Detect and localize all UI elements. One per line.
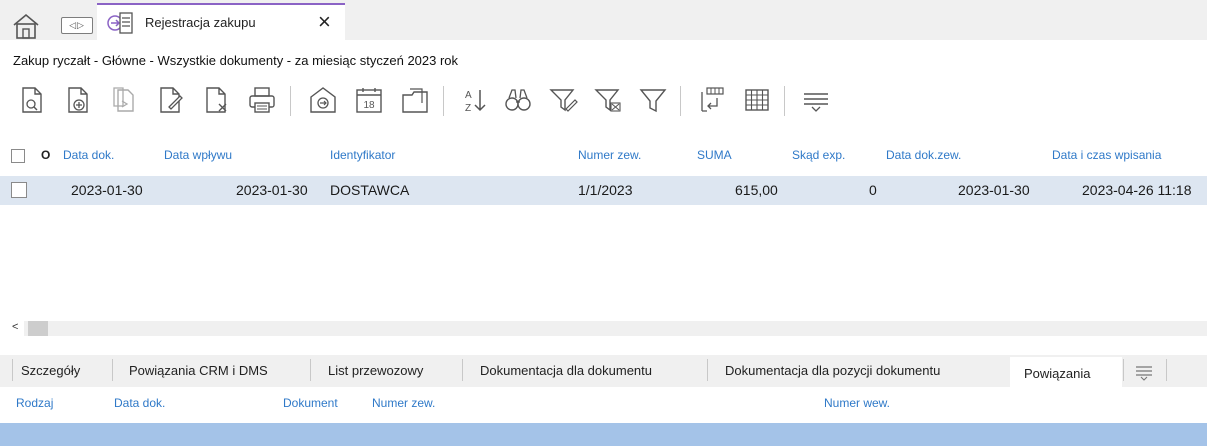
column-numer-zew[interactable]: Numer zew.: [578, 148, 641, 162]
toolbar-separator: [680, 86, 681, 116]
detail-grid-header: Rodzaj Data dok. Dokument Numer zew. Num…: [0, 396, 1207, 414]
cell-data-wplywu: 2023-01-30: [236, 182, 308, 198]
tab-rejestracja-zakupu[interactable]: Rejestracja zakupu ×: [97, 3, 345, 40]
toolbar-separator: [290, 86, 291, 116]
binoculars-search-icon[interactable]: [500, 80, 536, 120]
column-detail-data-dok[interactable]: Data dok.: [114, 396, 165, 410]
cell-suma: 615,00: [735, 182, 778, 198]
scrollbar-thumb[interactable]: [28, 321, 48, 336]
edit-document-icon[interactable]: [152, 80, 188, 120]
detail-row-highlight[interactable]: [0, 423, 1207, 446]
column-skad-exp[interactable]: Skąd exp.: [792, 148, 845, 162]
column-identyfikator[interactable]: Identyfikator: [330, 148, 395, 162]
filter-edit-icon[interactable]: [545, 80, 581, 120]
tab-strip: ◁▷ Rejestracja zakupu ×: [0, 0, 1207, 40]
column-data-dok-zew[interactable]: Data dok.zew.: [886, 148, 961, 162]
tab-separator: [112, 359, 113, 381]
preview-document-icon[interactable]: [14, 80, 50, 120]
sort-icon[interactable]: AZ: [456, 80, 492, 120]
cell-data-dok: 2023-01-30: [71, 182, 143, 198]
toolbar-separator: [443, 86, 444, 116]
select-all-checkbox[interactable]: [11, 149, 25, 163]
tab-szczegoly[interactable]: Szczegóły: [21, 355, 80, 387]
export-warehouse-icon[interactable]: [305, 80, 341, 120]
cell-numer-zew: 1/1/2023: [578, 182, 633, 198]
tab-list-przewozowy[interactable]: List przewozowy: [328, 355, 423, 387]
tab-powiazania-crm-dms[interactable]: Powiązania CRM i DMS: [129, 355, 268, 387]
tab-separator: [1123, 359, 1124, 381]
cell-skad-exp: 0: [869, 182, 877, 198]
tab-navigation-button[interactable]: ◁▷: [61, 17, 93, 34]
row-checkbox[interactable]: [11, 182, 27, 198]
home-icon[interactable]: [12, 13, 40, 39]
tab-separator: [12, 359, 13, 381]
column-data-wplywu[interactable]: Data wpływu: [164, 148, 232, 162]
calendar-day-label: 18: [363, 100, 375, 111]
toolbar-separator: [784, 86, 785, 116]
print-icon[interactable]: [244, 80, 280, 120]
tab-dokumentacja-pozycji[interactable]: Dokumentacja dla pozycji dokumentu: [725, 355, 940, 387]
detail-tabs: Szczegóły Powiązania CRM i DMS List prze…: [0, 355, 1207, 389]
grid-header: O Data dok. Data wpływu Identyfikator Nu…: [0, 148, 1207, 170]
sort-z-label: Z: [465, 103, 471, 114]
tab-label: Rejestracja zakupu: [145, 15, 256, 30]
copy-document-icon[interactable]: [106, 80, 142, 120]
tabs-overflow-icon[interactable]: [1134, 361, 1154, 381]
column-numer-wew[interactable]: Numer wew.: [824, 396, 890, 410]
horizontal-scrollbar[interactable]: [24, 321, 1207, 336]
tab-separator: [707, 359, 708, 381]
grid-view-icon[interactable]: [739, 80, 775, 120]
sort-a-label: A: [465, 90, 472, 101]
more-options-icon[interactable]: [798, 80, 834, 120]
cell-identyfikator: DOSTAWCA: [330, 182, 410, 198]
delete-document-icon[interactable]: [198, 80, 234, 120]
tab-separator: [1166, 359, 1167, 381]
tab-powiazania[interactable]: Powiązania: [1010, 357, 1122, 389]
cell-data-dok-zew: 2023-01-30: [958, 182, 1030, 198]
cell-data-czas-wpisania: 2023-04-26 11:18: [1082, 182, 1192, 198]
column-data-czas-wpisania[interactable]: Data i czas wpisania: [1052, 148, 1161, 162]
breadcrumb: Zakup ryczałt - Główne - Wszystkie dokum…: [13, 53, 459, 68]
column-rodzaj[interactable]: Rodzaj: [16, 396, 53, 410]
table-row[interactable]: 2023-01-30 2023-01-30 DOSTAWCA 1/1/2023 …: [0, 176, 1207, 205]
tab-separator: [310, 359, 311, 381]
column-suma[interactable]: SUMA: [697, 148, 732, 162]
column-insert-icon[interactable]: [694, 80, 730, 120]
column-marker[interactable]: O: [41, 148, 50, 162]
close-icon[interactable]: ×: [318, 9, 331, 35]
document-register-icon: [107, 11, 133, 35]
calendar-icon[interactable]: 18: [351, 80, 387, 120]
tab-dokumentacja-dokumentu[interactable]: Dokumentacja dla dokumentu: [480, 355, 652, 387]
documents-folder-icon[interactable]: [397, 80, 433, 120]
column-detail-numer-zew[interactable]: Numer zew.: [372, 396, 435, 410]
scroll-left-arrow[interactable]: <: [12, 321, 18, 333]
filter-clear-icon[interactable]: [590, 80, 626, 120]
column-data-dok[interactable]: Data dok.: [63, 148, 114, 162]
filter-icon[interactable]: [635, 80, 671, 120]
toolbar: 18 AZ: [0, 80, 1207, 126]
tab-separator: [462, 359, 463, 381]
column-dokument[interactable]: Dokument: [283, 396, 338, 410]
add-document-icon[interactable]: [60, 80, 96, 120]
